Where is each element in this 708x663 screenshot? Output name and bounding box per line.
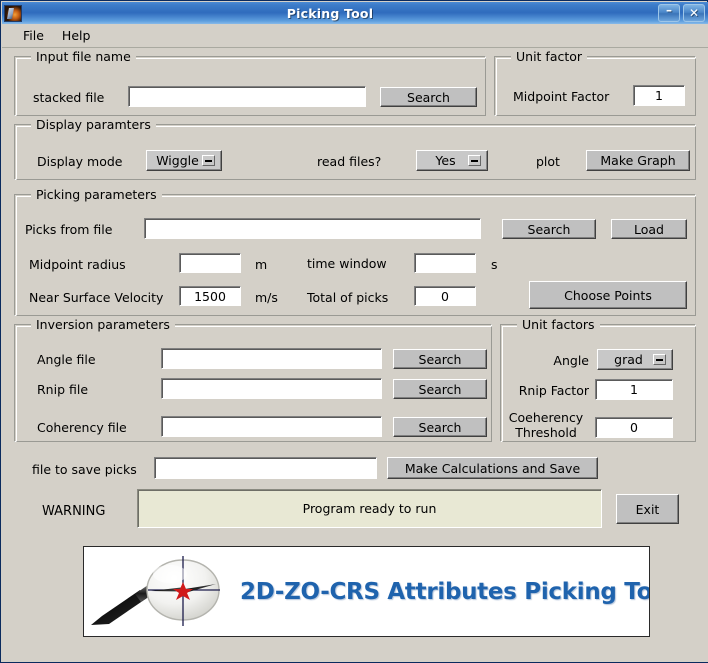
angle-file-search-button[interactable]: Search [393,349,487,369]
display-parameters-panel: Display paramters Display mode Wiggle re… [14,117,696,180]
display-mode-label: Display mode [37,154,123,169]
inversion-parameters-panel: Inversion parameters Angle file Search R… [14,317,492,442]
rnip-factor-label: Rnip Factor [518,383,589,398]
magnifying-glass-crosshair-icon [88,554,238,630]
inversion-parameters-panel-title: Inversion parameters [31,317,175,332]
menu-item-file[interactable]: File [14,26,53,45]
angle-file-label: Angle file [37,352,96,367]
stacked-file-input[interactable] [128,86,366,107]
midpoint-radius-label: Midpoint radius [29,257,126,272]
chevron-down-icon [468,155,481,166]
picks-from-file-search-button[interactable]: Search [502,219,596,239]
time-window-label: time window [307,256,387,271]
display-parameters-panel-title: Display paramters [31,117,156,132]
make-graph-button[interactable]: Make Graph [586,150,690,171]
angle-unit-value: grad [614,352,643,367]
display-mode-dropdown[interactable]: Wiggle [146,150,222,171]
minimize-button[interactable]: – [658,4,680,22]
input-file-name-panel: Input file name stacked file Search [14,49,486,116]
coeherency-threshold-input[interactable] [595,417,673,438]
picks-load-button[interactable]: Load [611,219,687,239]
file-to-save-picks-input[interactable] [154,457,377,479]
unit-factors-panel: Unit factors Angle grad Rnip Factor Coeh… [500,317,696,442]
coherency-file-label: Coherency file [37,420,127,435]
rnip-factor-input[interactable] [595,379,673,400]
coeherency-threshold-label-line2: Threshold [515,425,577,440]
logo-banner: 2D-ZO-CRS Attributes Picking Tool [83,546,650,637]
file-to-save-picks-label: file to save picks [32,462,137,477]
near-surface-velocity-unit: m/s [255,290,278,305]
angle-unit-dropdown[interactable]: grad [597,349,673,370]
coherency-file-search-button[interactable]: Search [393,417,487,437]
total-of-picks-label: Total of picks [307,290,389,305]
rnip-file-search-button[interactable]: Search [393,379,487,399]
chevron-down-icon [653,354,666,365]
time-window-input[interactable] [414,253,476,273]
read-files-value: Yes [435,153,456,168]
stacked-file-search-button[interactable]: Search [380,87,477,107]
menu-item-help[interactable]: Help [53,26,100,45]
stacked-file-label: stacked file [33,90,105,105]
read-files-label: read files? [317,154,382,169]
unit-factor-panel: Unit factor Midpoint Factor [494,49,696,116]
rnip-file-input[interactable] [161,378,382,399]
midpoint-radius-input[interactable] [179,253,241,273]
midpoint-factor-label: Midpoint Factor [513,89,610,104]
status-message-text: Program ready to run [302,501,437,516]
title-bar: Picking Tool – ✕ [2,2,708,24]
close-button[interactable]: ✕ [683,4,705,22]
window-title: Picking Tool [286,5,374,21]
choose-points-button[interactable]: Choose Points [529,281,687,309]
matlab-app-icon [4,4,22,22]
application-window: Picking Tool – ✕ File Help Input file na… [0,0,708,663]
midpoint-factor-input[interactable] [633,85,685,106]
angle-unit-label: Angle [553,353,589,368]
logo-title-text: 2D-ZO-CRS Attributes Picking Tool [240,578,650,605]
time-window-unit: s [491,257,498,272]
plot-label: plot [536,154,560,169]
warning-label: WARNING [42,504,106,519]
picks-from-file-input[interactable] [144,218,481,239]
menu-bar: File Help [2,24,708,48]
total-of-picks-input[interactable] [414,286,476,306]
input-file-name-panel-title: Input file name [31,49,136,64]
make-calculations-and-save-button[interactable]: Make Calculations and Save [387,457,598,479]
unit-factors-panel-title: Unit factors [517,317,600,332]
exit-button[interactable]: Exit [616,494,679,524]
midpoint-radius-unit: m [255,257,268,272]
client-area: Input file name stacked file Search Unit… [2,48,708,662]
chevron-down-icon [202,155,215,166]
picking-parameters-panel: Picking parameters Picks from file Searc… [14,187,696,316]
coeherency-threshold-label-line1: Coeherency [508,410,584,425]
unit-factor-panel-title: Unit factor [511,49,588,64]
picking-parameters-panel-title: Picking parameters [31,187,162,202]
picks-from-file-label: Picks from file [25,222,113,237]
rnip-file-label: Rnip file [37,382,89,397]
near-surface-velocity-label: Near Surface Velocity [29,290,164,305]
near-surface-velocity-input[interactable] [179,286,241,306]
coherency-file-input[interactable] [161,416,382,437]
status-message-box: Program ready to run [137,489,602,528]
display-mode-value: Wiggle [156,153,199,168]
angle-file-input[interactable] [161,348,382,369]
read-files-dropdown[interactable]: Yes [416,150,488,171]
